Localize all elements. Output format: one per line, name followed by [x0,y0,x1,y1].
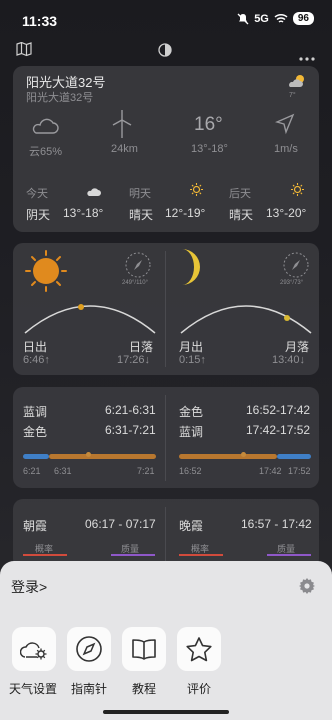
sun-arc [24,304,156,334]
left-row-1-time: 6:21-6:31 [105,403,156,417]
rate-tile[interactable] [177,627,221,671]
blue-hour-bar [23,454,49,459]
divider [165,507,166,561]
forecast-range-tomorrow: 12°-19° [165,206,206,220]
right-row-2-time: 17:42-17:52 [246,423,311,437]
evening-quality-bar [267,554,311,556]
left-row-1-label: 蓝调 [23,405,48,419]
right-tick-2: 17:42 [259,466,282,476]
tutorial-label: 教程 [131,682,156,696]
forecast-range-after: 13°-20° [266,206,307,220]
wind-speed-stat: 1m/s [274,143,298,155]
sun-icon [24,249,68,298]
morning-glow-time: 06:17 - 07:17 [85,517,156,531]
forecast-day-after: 后天 [229,188,251,200]
temp-range: 13°-18° [191,143,228,155]
sun-icon [291,183,304,201]
left-row-2-time: 6:31-7:21 [105,423,156,437]
weather-card[interactable]: 阳光大道32号 阳光大道32号 7° 云65% 24km 16° 13°-18°… [13,66,319,232]
moon-icon [178,248,202,291]
left-tick-3: 7:21 [137,466,155,476]
compass-tile[interactable] [67,627,111,671]
cloud-icon [86,184,102,202]
moon-compass-text: 293°/73° [280,280,304,286]
golden-hour-bar [49,454,156,459]
forecast-cond-today: 阴天 [26,208,51,222]
right-tick-3: 17:52 [288,466,311,476]
sunrise-label: 日出 [23,340,48,354]
forecast-cond-tomorrow: 晴天 [129,208,154,222]
forecast-day-today: 今天 [26,188,48,200]
status-icons: 5G 96 [237,12,314,25]
login-link[interactable]: 登录> [11,577,47,597]
left-tick-1: 6:21 [23,466,41,476]
map-icon[interactable] [16,41,32,62]
compass-icon [76,636,102,662]
rate-label: 评价 [186,682,211,696]
moon-arc [180,305,312,334]
cloud-sun-icon [287,73,307,94]
book-icon [132,639,156,660]
mute-bell-icon [237,13,249,24]
bottom-sheet: 登录> 天气设置 指南针 教程 评价 [0,561,332,720]
glow-card[interactable]: 朝霞 06:17 - 07:17 概率 质量 晚霞 16:57 - 17:42 … [13,499,319,569]
star-icon [186,636,212,661]
golden-hour-bar [179,454,277,459]
sun-compass-text: 249°/110° [122,280,149,286]
sun-icon [190,183,203,201]
morning-glow-label: 朝霞 [23,519,48,533]
home-indicator[interactable] [103,710,229,714]
evening-glow-time: 16:57 - 17:42 [241,517,312,531]
sunset-time: 17:26↓ [117,354,151,366]
current-temp: 16° [194,114,223,135]
wind-stat: 24km [111,143,138,155]
left-tick-2: 6:31 [54,466,72,476]
navigation-arrow-icon [274,113,295,140]
corner-temp: 7° [289,92,296,99]
tutorial-tile[interactable] [122,627,166,671]
left-row-2-label: 金色 [23,425,48,439]
forecast-cond-after: 晴天 [229,208,254,222]
forecast-range-today: 13°-18° [63,206,104,220]
weather-settings-label: 天气设置 [8,682,57,696]
moon-position-dot [284,315,290,321]
weather-settings-tile[interactable] [12,627,56,671]
signal-label: 5G [254,12,269,25]
wind-turbine-icon [109,109,135,144]
divider [165,251,166,367]
theme-toggle-icon[interactable] [158,43,172,62]
progress-dot [241,452,246,457]
more-icon[interactable] [299,48,315,66]
sun-position-dot [78,304,84,310]
weather-settings-icon [20,642,47,660]
sun-moon-card[interactable]: 249°/110° 日出 日落 6:46↑ 17:26↓ 293°/73° 月出… [13,243,319,375]
right-row-1-time: 16:52-17:42 [246,403,311,417]
battery-badge: 96 [292,12,314,25]
divider [165,395,166,481]
morning-quality-bar [111,554,155,556]
moonset-time: 13:40↓ [272,354,306,366]
sunrise-time: 6:46↑ [23,354,50,366]
moonrise-label: 月出 [179,340,204,354]
golden-hour-card[interactable]: 蓝调 6:21-6:31 金色 6:31-7:21 6:21 6:31 7:21… [13,387,319,488]
right-tick-1: 16:52 [179,466,202,476]
moonset-label: 月落 [285,340,310,354]
progress-dot [86,452,91,457]
wifi-icon [274,13,288,23]
right-row-1-label: 金色 [179,405,204,419]
cloud-stat: 云65% [29,146,63,158]
location-subtitle: 阳光大道32号 [26,92,94,104]
morning-prob-bar [23,554,67,556]
evening-prob-bar [179,554,223,556]
evening-glow-label: 晚霞 [179,519,204,533]
forecast-day-tomorrow: 明天 [129,188,151,200]
moonrise-time: 0:15↑ [179,354,206,366]
status-time: 11:33 [22,13,58,29]
compass-label: 指南针 [70,682,107,696]
sunset-label: 日落 [129,340,154,354]
right-row-2-label: 蓝调 [179,425,204,439]
gear-icon[interactable] [298,577,316,600]
blue-hour-bar [277,454,311,459]
cloud-icon [31,115,59,140]
